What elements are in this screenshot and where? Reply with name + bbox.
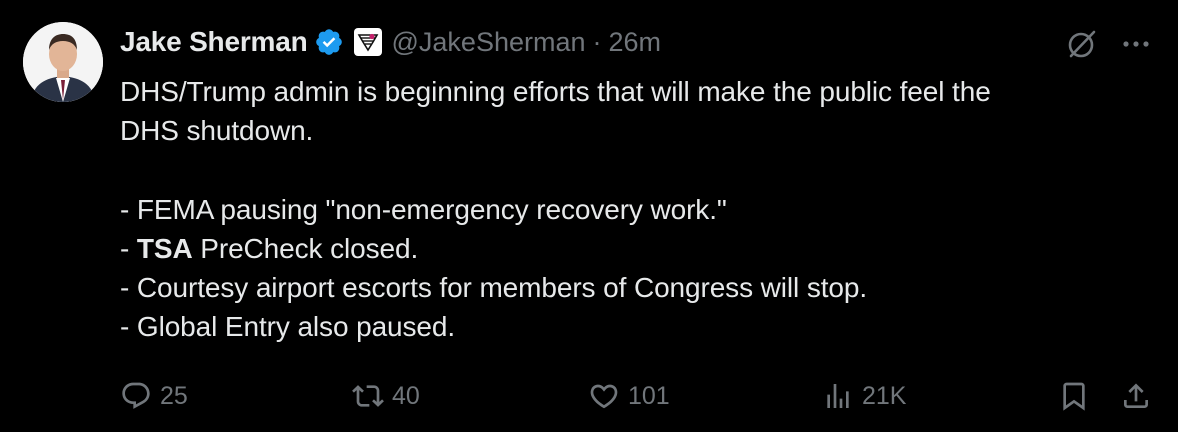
author-name[interactable]: Jake Sherman [120, 26, 308, 58]
tweet[interactable]: Jake Sherman @JakeSherman · 26m DHS/Trum… [0, 0, 1178, 432]
like-count: 101 [628, 381, 670, 410]
avatar-image [23, 22, 103, 102]
timestamp[interactable]: 26m [609, 27, 662, 58]
separator-dot: · [592, 26, 602, 57]
tweet-line: - Courtesy airport escorts for members o… [120, 272, 868, 303]
repost-count: 40 [392, 381, 420, 410]
avatar[interactable] [23, 22, 103, 102]
repost-icon [352, 380, 384, 412]
tweet-line: - Global Entry also paused. [120, 311, 456, 342]
like-button[interactable]: 101 [588, 374, 670, 418]
tsa-cashtag-link[interactable]: TSA [137, 233, 193, 264]
reply-button[interactable]: 25 [120, 374, 188, 418]
bullet-prefix: - [120, 233, 137, 264]
repost-button[interactable]: 40 [352, 374, 420, 418]
verified-badge-icon[interactable] [314, 27, 344, 57]
bookmark-button[interactable] [1058, 374, 1090, 418]
share-icon [1120, 380, 1152, 412]
reply-icon [120, 380, 152, 412]
views-icon [822, 380, 854, 412]
tweet-line: DHS/Trump admin is beginning efforts tha… [120, 76, 991, 107]
grok-icon[interactable] [1064, 26, 1100, 62]
views-button[interactable]: 21K [822, 374, 906, 418]
tweet-header: Jake Sherman @JakeSherman · 26m [120, 24, 661, 60]
action-bar: 25 40 101 21K [0, 374, 1178, 418]
tweet-line: DHS shutdown. [120, 115, 314, 146]
tweet-line-tsa: - TSA PreCheck closed. [120, 229, 1140, 268]
tweet-line: - FEMA pausing "non-emergency recovery w… [120, 194, 727, 225]
views-count: 21K [862, 381, 907, 410]
bookmark-icon [1058, 380, 1090, 412]
author-handle[interactable]: @JakeSherman [392, 27, 586, 58]
tweet-text: DHS/Trump admin is beginning efforts tha… [120, 72, 1140, 346]
tweet-line-suffix: PreCheck closed. [192, 233, 419, 264]
affiliate-badge-icon[interactable] [353, 28, 382, 56]
heart-icon [588, 380, 620, 412]
more-icon[interactable] [1118, 26, 1154, 62]
share-button[interactable] [1120, 374, 1152, 418]
reply-count: 25 [160, 381, 188, 410]
